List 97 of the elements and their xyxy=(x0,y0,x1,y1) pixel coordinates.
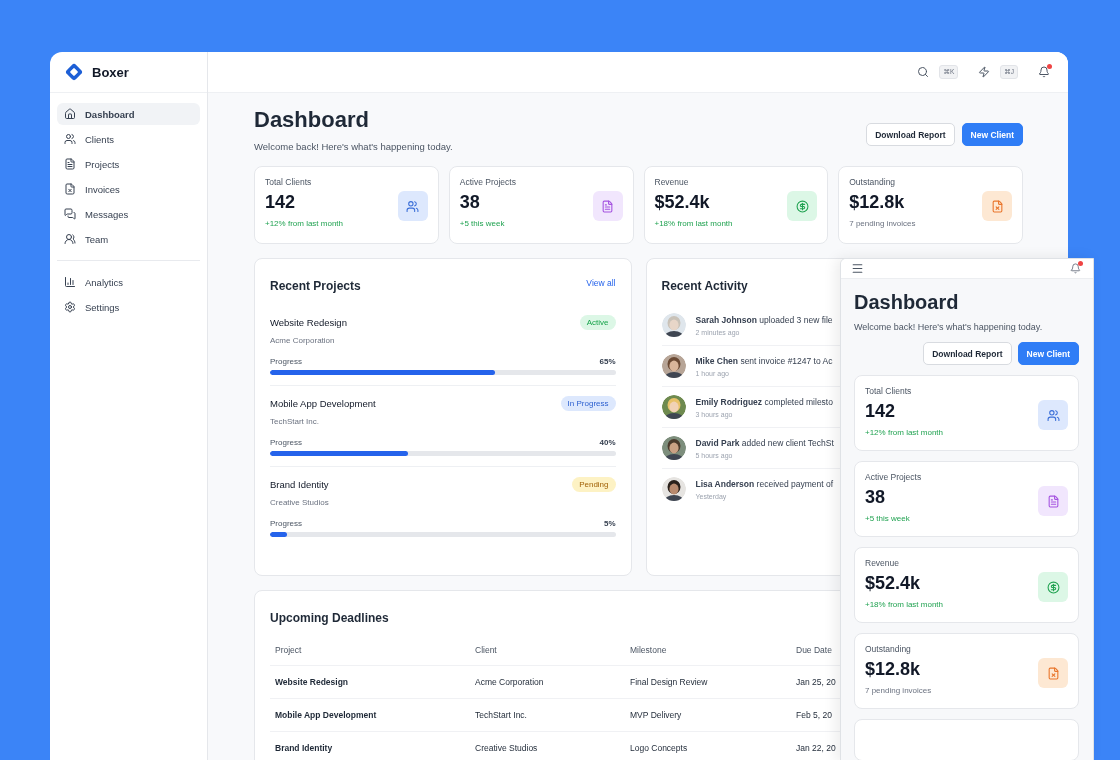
document-icon xyxy=(592,191,623,221)
status-badge: Active xyxy=(579,315,616,330)
stat-label: Total Clients xyxy=(865,386,913,396)
home-icon xyxy=(64,108,76,120)
activity-text: Emily Rodriguez completed milesto xyxy=(695,396,833,407)
chat-icon xyxy=(64,208,76,220)
stat-note: +18% from last month xyxy=(865,600,944,609)
table-cell: Website Redesign xyxy=(270,665,470,699)
document-icon xyxy=(1038,658,1068,688)
table-cell: Acme Corporation xyxy=(470,665,625,699)
table-cell: MVP Delivery xyxy=(625,698,791,732)
document-icon xyxy=(64,158,76,170)
activity-text: David Park added new client TechSt xyxy=(695,437,834,448)
progress-label: Progress xyxy=(270,519,302,528)
column-header: Project xyxy=(270,635,470,666)
stat-note: +12% from last month xyxy=(265,219,344,228)
project-client: TechStart Inc. xyxy=(270,417,320,426)
card-title: Recent Activity xyxy=(661,279,748,293)
stat-label: Total Clients xyxy=(265,177,313,187)
users-icon xyxy=(64,133,76,145)
page-title: Dashboard xyxy=(854,291,960,314)
project-client: Acme Corporation xyxy=(270,336,336,345)
activity-text: Sarah Johnson uploaded 3 new file xyxy=(695,314,833,325)
secondary-button[interactable]: Download Report xyxy=(866,123,955,146)
sidebar-item[interactable]: Analytics xyxy=(57,271,200,293)
stat-value: 142 xyxy=(265,192,297,213)
stat-value: 142 xyxy=(865,401,897,422)
card-title: Upcoming Deadlines xyxy=(270,611,389,625)
progress-label: Progress xyxy=(270,438,302,447)
search-icon[interactable] xyxy=(917,66,930,78)
brand-name: Boxer xyxy=(92,64,129,80)
progress-percent: 65% xyxy=(599,357,616,366)
dollar-icon xyxy=(1038,572,1068,602)
stat-note: 7 pending invoices xyxy=(865,686,932,695)
stat-label: Outstanding xyxy=(865,644,912,654)
settings-icon xyxy=(64,301,76,313)
project-name: Brand Identity xyxy=(270,479,329,490)
stat-value: $52.4k xyxy=(654,192,711,213)
progress-percent: 5% xyxy=(603,519,616,528)
stat-note: +18% from last month xyxy=(654,219,733,228)
stat-value: 38 xyxy=(865,487,887,508)
column-header: Client xyxy=(470,635,625,666)
table-cell: Creative Studios xyxy=(470,731,625,760)
page-title: Dashboard xyxy=(254,107,370,133)
menu-icon[interactable] xyxy=(851,262,864,275)
sidebar-item[interactable]: Invoices xyxy=(57,178,200,200)
users-icon xyxy=(397,191,428,221)
project-name: Website Redesign xyxy=(270,317,347,328)
status-badge: Pending xyxy=(572,477,616,492)
sidebar-item[interactable]: Clients xyxy=(57,128,200,150)
stat-value: $52.4k xyxy=(865,573,922,594)
column-header: Milestone xyxy=(625,635,791,666)
stat-label: Outstanding xyxy=(849,177,897,187)
stat-note: +12% from last month xyxy=(865,428,944,437)
table-cell: Brand Identity xyxy=(270,731,470,760)
primary-button[interactable]: New Client xyxy=(1017,342,1079,365)
card-title: Recent Projects xyxy=(270,279,361,293)
users-icon xyxy=(1038,400,1068,430)
dollar-icon xyxy=(787,191,818,221)
table-cell: Final Design Review xyxy=(625,665,791,699)
secondary-button[interactable]: Download Report xyxy=(923,342,1012,365)
stat-label: Revenue xyxy=(654,177,690,187)
stat-note: +5 this week xyxy=(865,514,911,523)
view-all-link[interactable]: View all xyxy=(586,278,616,288)
document-icon xyxy=(982,191,1012,221)
lightning-icon[interactable] xyxy=(978,66,991,78)
table-cell: Mobile App Development xyxy=(270,698,470,732)
progress-percent: 40% xyxy=(599,438,616,447)
bell-icon[interactable] xyxy=(1070,263,1081,274)
stat-label: Active Projects xyxy=(459,177,516,187)
progress-label: Progress xyxy=(270,357,302,366)
bar-chart-icon xyxy=(64,276,76,288)
stat-note: 7 pending invoices xyxy=(849,219,916,228)
table-cell: Logo Concepts xyxy=(625,731,791,760)
people-icon xyxy=(64,233,76,245)
stat-value: 38 xyxy=(459,192,481,213)
stat-label: Active Projects xyxy=(865,472,922,482)
stat-value: $12.8k xyxy=(849,192,906,213)
document-icon xyxy=(64,183,76,195)
bell-icon[interactable] xyxy=(1038,66,1050,78)
sidebar-item[interactable]: Settings xyxy=(57,296,200,318)
page-subtitle: Welcome back! Here's what's happening today. xyxy=(254,141,453,152)
stat-note: +5 this week xyxy=(459,219,506,228)
page-subtitle: Welcome back! Here's what's happening today. xyxy=(854,322,1044,332)
project-name: Mobile App Development xyxy=(270,398,376,409)
sidebar-item[interactable]: Team xyxy=(57,228,200,250)
table-cell: TechStart Inc. xyxy=(470,698,625,732)
sidebar-item[interactable]: Dashboard xyxy=(57,103,200,125)
stat-label: Revenue xyxy=(865,558,901,568)
document-icon xyxy=(1038,486,1068,516)
status-badge: In Progress xyxy=(560,396,616,411)
activity-text: Mike Chen sent invoice #1247 to Ac xyxy=(695,355,833,366)
sidebar-item[interactable]: Messages xyxy=(57,203,200,225)
primary-button[interactable]: New Client xyxy=(961,123,1023,146)
activity-text: Lisa Anderson received payment of xyxy=(695,478,834,489)
project-client: Creative Studios xyxy=(270,498,330,507)
sidebar-item[interactable]: Projects xyxy=(57,153,200,175)
